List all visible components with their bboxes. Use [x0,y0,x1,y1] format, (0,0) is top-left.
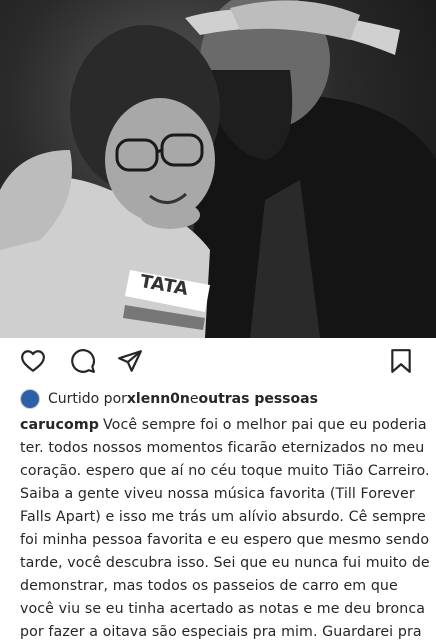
liked-by-middle: e [189,391,199,407]
post-caption: carucomp Você sempre foi o melhor pai que… [20,414,432,640]
liker-avatar[interactable] [20,389,40,409]
liked-by-row[interactable]: Curtido por xlenn0n e outras pessoas [20,386,420,412]
heart-outline-icon[interactable] [20,348,46,374]
liked-by-prefix: Curtido por [48,391,127,407]
comment-bubble-icon[interactable] [70,348,96,374]
liked-by-user[interactable]: xlenn0n [127,391,190,407]
photo-illustration [0,0,436,338]
caption-username[interactable]: carucomp [20,417,99,433]
caption-text: Você sempre foi o melhor pai que eu pode… [20,417,430,640]
paper-plane-icon[interactable] [117,348,143,374]
bookmark-icon[interactable] [388,348,414,374]
post-photo[interactable]: TATA [0,0,436,338]
liked-by-others[interactable]: outras pessoas [199,391,318,407]
post-actions-bar [0,338,436,382]
